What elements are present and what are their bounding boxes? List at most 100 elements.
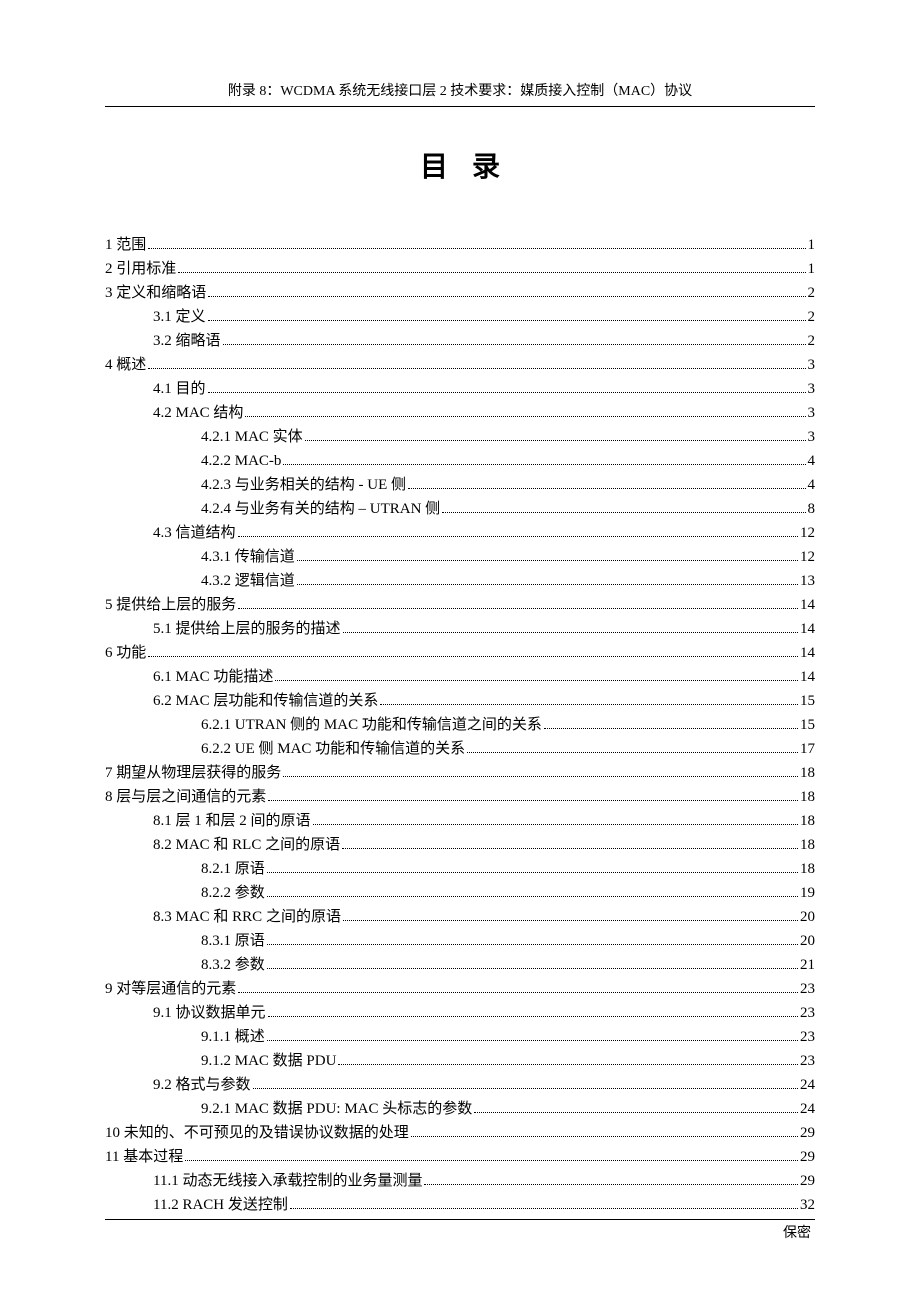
toc-entry-label: 6.2 MAC 层功能和传输信道的关系: [153, 689, 378, 713]
toc-entry-page: 8: [808, 497, 816, 521]
toc-entry-page: 18: [800, 833, 815, 857]
toc-leader-dots: [343, 632, 798, 633]
toc-entry-page: 15: [800, 713, 815, 737]
toc-entry-page: 13: [800, 569, 815, 593]
toc-leader-dots: [305, 440, 806, 441]
toc-leader-dots: [275, 680, 798, 681]
toc-entry-label: 11 基本过程: [105, 1145, 183, 1169]
toc-entry-page: 23: [800, 1001, 815, 1025]
toc-leader-dots: [442, 512, 805, 513]
toc-leader-dots: [424, 1184, 798, 1185]
toc-entry-page: 23: [800, 1025, 815, 1049]
toc-entry: 6.2.2 UE 侧 MAC 功能和传输信道的关系17: [105, 737, 815, 761]
toc-entry: 5.1 提供给上层的服务的描述14: [105, 617, 815, 641]
toc-leader-dots: [267, 896, 798, 897]
toc-entry: 4 概述 3: [105, 353, 815, 377]
toc-entry-page: 3: [808, 401, 816, 425]
toc-leader-dots: [411, 1136, 798, 1137]
toc-entry: 9.1.2 MAC 数据 PDU 23: [105, 1049, 815, 1073]
toc-leader-dots: [267, 968, 798, 969]
page-footer: 保密: [105, 1222, 815, 1242]
toc-leader-dots: [245, 416, 805, 417]
toc-entry-label: 8.2.1 原语: [201, 857, 265, 881]
toc-entry-label: 6.1 MAC 功能描述: [153, 665, 273, 689]
toc-entry-label: 9.2.1 MAC 数据 PDU: MAC 头标志的参数: [201, 1097, 472, 1121]
toc-entry-page: 29: [800, 1121, 815, 1145]
toc-entry-page: 21: [800, 953, 815, 977]
toc-entry-label: 6 功能: [105, 641, 146, 665]
toc-entry: 9.1.1 概述23: [105, 1025, 815, 1049]
toc-entry-label: 4.2.1 MAC 实体: [201, 425, 303, 449]
document-page: 附录 8：WCDMA 系统无线接口层 2 技术要求：媒质接入控制（MAC）协议 …: [0, 0, 920, 1302]
toc-entry-page: 3: [808, 353, 816, 377]
toc-leader-dots: [283, 464, 805, 465]
toc-entry-page: 4: [808, 473, 816, 497]
toc-title: 目录: [105, 145, 815, 185]
toc-entry: 11.1 动态无线接入承载控制的业务量测量29: [105, 1169, 815, 1193]
toc-leader-dots: [290, 1208, 798, 1209]
toc-entry-page: 23: [800, 1049, 815, 1073]
toc-entry: 4.2.1 MAC 实体3: [105, 425, 815, 449]
toc-entry: 8.1 层 1 和层 2 间的原语18: [105, 809, 815, 833]
toc-entry: 8.3 MAC 和 RRC 之间的原语20: [105, 905, 815, 929]
toc-entry: 3.1 定义 2: [105, 305, 815, 329]
toc-leader-dots: [178, 272, 805, 273]
toc-entry-label: 4.2 MAC 结构: [153, 401, 243, 425]
toc-entry-label: 7 期望从物理层获得的服务: [105, 761, 281, 785]
toc-entry: 8.3.2 参数21: [105, 953, 815, 977]
table-of-contents: 1 范围12 引用标准13 定义和缩略语23.1 定义23.2 缩略语24 概述…: [105, 233, 815, 1217]
toc-leader-dots: [267, 944, 798, 945]
toc-entry-page: 18: [800, 857, 815, 881]
toc-leader-dots: [238, 608, 798, 609]
toc-leader-dots: [208, 320, 806, 321]
toc-entry: 8.2.2 参数19: [105, 881, 815, 905]
toc-entry-label: 4 概述: [105, 353, 146, 377]
toc-entry-page: 20: [800, 929, 815, 953]
toc-leader-dots: [148, 368, 805, 369]
toc-entry-page: 2: [808, 305, 816, 329]
toc-entry: 8.3.1 原语 20: [105, 929, 815, 953]
toc-entry: 1 范围1: [105, 233, 815, 257]
toc-entry: 8 层与层之间通信的元素18: [105, 785, 815, 809]
toc-leader-dots: [208, 392, 806, 393]
toc-leader-dots: [297, 584, 798, 585]
toc-leader-dots: [283, 776, 798, 777]
toc-entry: 7 期望从物理层获得的服务18: [105, 761, 815, 785]
toc-entry-label: 9.1 协议数据单元: [153, 1001, 266, 1025]
toc-entry-label: 9.1.2 MAC 数据 PDU: [201, 1049, 336, 1073]
toc-entry-page: 24: [800, 1073, 815, 1097]
toc-entry-page: 1: [808, 257, 816, 281]
toc-entry: 4.2 MAC 结构 3: [105, 401, 815, 425]
toc-entry-page: 29: [800, 1145, 815, 1169]
toc-entry-label: 8.3.1 原语: [201, 929, 265, 953]
toc-entry: 4.3 信道结构12: [105, 521, 815, 545]
toc-entry-label: 4.3.1 传输信道: [201, 545, 295, 569]
toc-entry-page: 12: [800, 545, 815, 569]
toc-entry: 10 未知的、不可预见的及错误协议数据的处理29: [105, 1121, 815, 1145]
toc-entry-label: 5.1 提供给上层的服务的描述: [153, 617, 341, 641]
toc-entry-page: 18: [800, 785, 815, 809]
toc-entry-label: 3.1 定义: [153, 305, 206, 329]
toc-entry: 4.2.3 与业务相关的结构 - UE 侧4: [105, 473, 815, 497]
header-rule: [105, 106, 815, 107]
toc-entry-page: 23: [800, 977, 815, 1001]
toc-leader-dots: [267, 1040, 798, 1041]
toc-entry-page: 3: [808, 377, 816, 401]
toc-entry-page: 1: [808, 233, 816, 257]
toc-leader-dots: [253, 1088, 798, 1089]
toc-leader-dots: [467, 752, 798, 753]
toc-entry-page: 2: [808, 329, 816, 353]
toc-entry-label: 5 提供给上层的服务: [105, 593, 236, 617]
toc-entry-page: 4: [808, 449, 816, 473]
toc-entry-label: 6.2.1 UTRAN 侧的 MAC 功能和传输信道之间的关系: [201, 713, 542, 737]
toc-entry-page: 29: [800, 1169, 815, 1193]
toc-entry: 9.1 协议数据单元 23: [105, 1001, 815, 1025]
toc-entry: 4.1 目的3: [105, 377, 815, 401]
toc-entry-label: 8.3 MAC 和 RRC 之间的原语: [153, 905, 341, 929]
toc-entry: 5 提供给上层的服务14: [105, 593, 815, 617]
toc-entry: 4.3.1 传输信道 12: [105, 545, 815, 569]
toc-entry: 2 引用标准1: [105, 257, 815, 281]
toc-leader-dots: [342, 848, 798, 849]
toc-entry-label: 8.1 层 1 和层 2 间的原语: [153, 809, 311, 833]
toc-leader-dots: [474, 1112, 798, 1113]
